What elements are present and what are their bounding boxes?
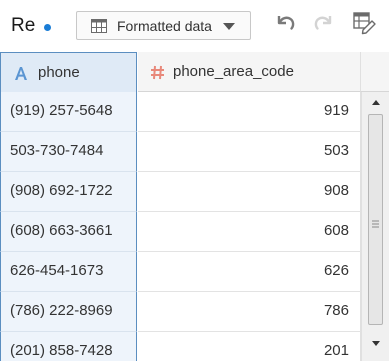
vertical-scrollbar[interactable] (361, 92, 389, 361)
cell-phone-area-code[interactable]: 503 (138, 132, 361, 172)
hash-icon (150, 65, 165, 85)
cell-phone-area-code[interactable]: 919 (138, 92, 361, 132)
cell-phone-area-code[interactable]: 786 (138, 292, 361, 332)
column-header-phone-area-code[interactable]: phone_area_code (138, 52, 361, 92)
cell-phone[interactable]: (919) 257-5648 (0, 92, 137, 132)
column-label-phone-area-code: phone_area_code (173, 63, 294, 80)
table-row: (608) 663-3661 608 (0, 212, 361, 252)
cell-phone[interactable]: (201) 858-7428 (0, 332, 137, 361)
grip-icon (372, 215, 379, 228)
table-body: (919) 257-5648 919 503-730-7484 503 (908… (0, 92, 361, 361)
cell-phone-area-code[interactable]: 626 (138, 252, 361, 292)
table-row: (201) 858-7428 201 (0, 332, 361, 361)
scrollbar-thumb[interactable] (368, 114, 383, 325)
table-row: 503-730-7484 503 (0, 132, 361, 172)
cell-phone[interactable]: (786) 222-8969 (0, 292, 137, 332)
column-header-phone[interactable]: phone (0, 52, 137, 92)
text-type-icon (13, 65, 29, 86)
grid-icon (91, 19, 107, 38)
tab-title[interactable]: Re (11, 15, 35, 37)
modified-indicator-dot (44, 24, 51, 31)
format-select[interactable]: Formatted data (76, 11, 251, 40)
redo-icon[interactable] (311, 10, 337, 36)
cell-phone-area-code[interactable]: 608 (138, 212, 361, 252)
scroll-down-arrow-icon[interactable] (372, 341, 380, 346)
cell-phone-area-code[interactable]: 201 (138, 332, 361, 361)
table-row: (908) 692-1722 908 (0, 172, 361, 212)
undo-icon[interactable] (272, 10, 298, 36)
table-row: 626-454-1673 626 (0, 252, 361, 292)
table-header: phone phone_area_code (0, 52, 389, 92)
cell-phone[interactable]: (908) 692-1722 (0, 172, 137, 212)
header-corner (361, 52, 389, 92)
edit-table-icon[interactable] (351, 10, 377, 36)
chevron-down-icon (223, 23, 235, 30)
cell-phone[interactable]: (608) 663-3661 (0, 212, 137, 252)
toolbar: Re Formatted data (0, 0, 389, 52)
cell-phone[interactable]: 626-454-1673 (0, 252, 137, 292)
cell-phone[interactable]: 503-730-7484 (0, 132, 137, 172)
scroll-up-arrow-icon[interactable] (372, 100, 380, 105)
cell-phone-area-code[interactable]: 908 (138, 172, 361, 212)
format-select-value: Formatted data (117, 18, 212, 34)
table-row: (786) 222-8969 786 (0, 292, 361, 332)
column-label-phone: phone (38, 64, 80, 81)
table-row: (919) 257-5648 919 (0, 92, 361, 132)
